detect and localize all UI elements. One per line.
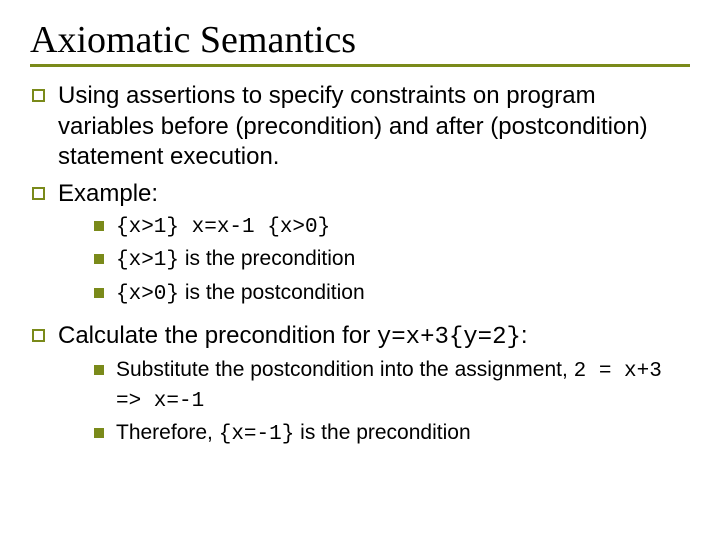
sub-bullet-list: Substitute the postcondition into the as… [92, 356, 690, 450]
sub-bullet-list: {x>1} x=x-1 {x>0} {x>1} is the precondit… [92, 212, 690, 309]
bullet-item: Calculate the precondition for y=x+3{y=2… [30, 321, 690, 450]
title-rule [30, 64, 690, 67]
bullet-text: Using assertions to specify constraints … [58, 82, 648, 170]
code-text: {x>1} [116, 249, 179, 272]
slide: Axiomatic Semantics Using assertions to … [0, 0, 720, 476]
bullet-text: is the precondition [179, 247, 355, 270]
code-text: y=x+3{y=2} [377, 324, 521, 351]
sub-bullet-item: {x>1} is the precondition [92, 245, 690, 275]
sub-bullet-item: Substitute the postcondition into the as… [92, 356, 690, 417]
bullet-text: Therefore, [116, 421, 219, 444]
code-text: {x=-1} [219, 423, 295, 446]
bullet-text: is the precondition [294, 421, 470, 444]
slide-title: Axiomatic Semantics [30, 18, 690, 62]
code-text: {x>0} [116, 283, 179, 306]
sub-bullet-item: {x>0} is the postcondition [92, 279, 690, 309]
bullet-text: Substitute the postcondition into the as… [116, 358, 574, 381]
code-text: {x>1} x=x-1 {x>0} [116, 216, 330, 239]
bullet-text: Example: [58, 180, 158, 207]
bullet-text: : [521, 322, 528, 349]
bullet-list: Calculate the precondition for y=x+3{y=2… [30, 321, 690, 450]
sub-bullet-item: {x>1} x=x-1 {x>0} [92, 212, 690, 242]
bullet-item: Using assertions to specify constraints … [30, 81, 690, 173]
sub-bullet-item: Therefore, {x=-1} is the precondition [92, 419, 690, 449]
bullet-text: is the postcondition [179, 281, 365, 304]
bullet-list: Using assertions to specify constraints … [30, 81, 690, 309]
bullet-text: Calculate the precondition for [58, 322, 377, 349]
bullet-item: Example: {x>1} x=x-1 {x>0} {x>1} is the … [30, 179, 690, 309]
